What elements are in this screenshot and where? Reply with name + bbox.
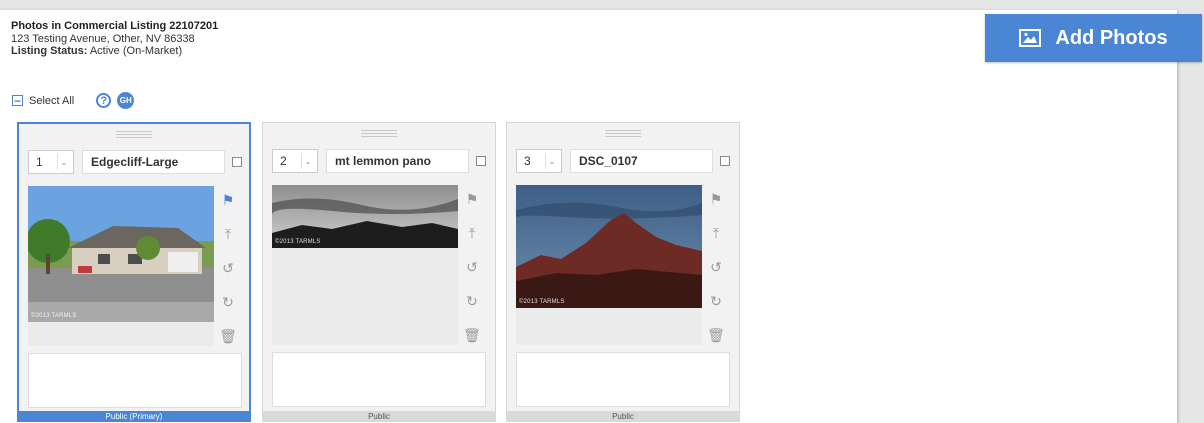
selection-toolbar: − Select All ? GH xyxy=(12,92,135,109)
drag-handle[interactable] xyxy=(19,124,249,144)
drag-handle[interactable] xyxy=(507,123,739,143)
photo-preview-area: ©2013 TARMLS xyxy=(272,185,458,345)
chevron-down-icon: ⌄ xyxy=(57,154,70,170)
upload-icon[interactable]: ⤒ xyxy=(220,226,236,242)
rotate-left-icon[interactable]: ↺ xyxy=(708,259,724,275)
select-all-label[interactable]: Select All xyxy=(29,95,74,107)
photo-select-checkbox[interactable] xyxy=(720,156,730,166)
photo-order-value: 3 xyxy=(524,154,531,168)
listing-status: Listing Status: Active (On-Market) xyxy=(11,45,218,58)
photo-select-checkbox[interactable] xyxy=(232,157,242,167)
photo-preview-area: ©2013 TARMLS xyxy=(516,185,702,345)
visibility-label: Public xyxy=(506,411,740,422)
upload-icon[interactable]: ⤒ xyxy=(708,225,724,241)
photo-watermark: ©2013 TARMLS xyxy=(31,313,77,319)
add-photos-button[interactable]: Add Photos xyxy=(985,14,1202,62)
photo-thumbnail-mountain[interactable]: ©2013 TARMLS xyxy=(516,185,702,308)
trash-icon[interactable]: 🗑 xyxy=(707,327,725,343)
trash-icon[interactable]: 🗑 xyxy=(219,328,237,344)
status-value: Active (On-Market) xyxy=(89,45,183,57)
photo-card-2[interactable]: 2 ⌄ mt lemmon pano ©2013 TARMLS ⚑ ⤒ ↺ ↻ 🗑… xyxy=(262,122,496,422)
page-title: Photos in Commercial Listing 22107201 xyxy=(11,20,219,32)
flag-icon[interactable]: ⚑ xyxy=(708,191,724,207)
visibility-label: Public xyxy=(262,411,496,422)
flag-icon[interactable]: ⚑ xyxy=(220,192,236,208)
photo-watermark: ©2013 TARMLS xyxy=(275,239,321,245)
listing-header: Photos in Commercial Listing 22107201 12… xyxy=(11,20,218,58)
add-photos-label: Add Photos xyxy=(1055,26,1168,49)
trash-icon[interactable]: 🗑 xyxy=(463,327,481,343)
photo-card-3[interactable]: 3 ⌄ DSC_0107 ©2013 TARMLS ⚑ ⤒ ↺ ↻ 🗑 Publ… xyxy=(506,122,740,422)
rotate-right-icon[interactable]: ↻ xyxy=(708,293,724,309)
photo-order-value: 1 xyxy=(36,155,43,169)
photo-order-select[interactable]: 2 ⌄ xyxy=(272,149,318,173)
rotate-right-icon[interactable]: ↻ xyxy=(220,294,236,310)
photo-thumbnail-panorama[interactable]: ©2013 TARMLS xyxy=(272,185,458,248)
rotate-left-icon[interactable]: ↺ xyxy=(220,260,236,276)
rotate-left-icon[interactable]: ↺ xyxy=(464,259,480,275)
photo-order-value: 2 xyxy=(280,154,287,168)
listing-address: 123 Testing Avenue, Other, NV 86338 xyxy=(11,32,195,45)
photo-caption-field[interactable] xyxy=(272,352,486,407)
picture-icon xyxy=(1019,29,1042,47)
photo-name-field[interactable]: Edgecliff-Large xyxy=(82,150,225,174)
upload-icon[interactable]: ⤒ xyxy=(464,225,480,241)
photo-watermark: ©2013 TARMLS xyxy=(519,299,565,305)
help-icon[interactable]: ? xyxy=(96,93,112,108)
photo-actions: ⚑ ⤒ ↺ ↻ 🗑 xyxy=(214,186,242,346)
status-label: Listing Status: xyxy=(11,45,88,57)
drag-handle[interactable] xyxy=(263,123,495,143)
photo-preview-area: ©2013 TARMLS xyxy=(28,186,214,346)
photos-panel: Photos in Commercial Listing 22107201 12… xyxy=(0,10,1177,423)
photo-actions: ⚑ ⤒ ↺ ↻ 🗑 xyxy=(702,185,730,345)
photo-caption-field[interactable] xyxy=(28,353,242,408)
photo-order-select[interactable]: 1 ⌄ xyxy=(28,150,74,174)
photo-actions: ⚑ ⤒ ↺ ↻ 🗑 xyxy=(458,185,486,345)
photo-order-select[interactable]: 3 ⌄ xyxy=(516,149,562,173)
flag-icon[interactable]: ⚑ xyxy=(464,191,480,207)
photo-caption-field[interactable] xyxy=(516,352,730,407)
select-all-checkbox[interactable]: − xyxy=(12,95,23,107)
photo-card-1[interactable]: 1 ⌄ Edgecliff-Large ©2013 TARMLS ⚑ ⤒ ↺ ↻… xyxy=(17,122,251,422)
photo-select-checkbox[interactable] xyxy=(476,156,486,166)
photo-name-field[interactable]: mt lemmon pano xyxy=(326,149,469,173)
photo-name-field[interactable]: DSC_0107 xyxy=(570,149,713,173)
visibility-label: Public (Primary) xyxy=(17,411,251,422)
rotate-right-icon[interactable]: ↻ xyxy=(464,293,480,309)
gh-badge-icon[interactable]: GH xyxy=(117,92,135,109)
chevron-down-icon: ⌄ xyxy=(301,153,314,169)
photo-thumbnail-house[interactable]: ©2013 TARMLS xyxy=(28,186,214,322)
chevron-down-icon: ⌄ xyxy=(545,153,558,169)
